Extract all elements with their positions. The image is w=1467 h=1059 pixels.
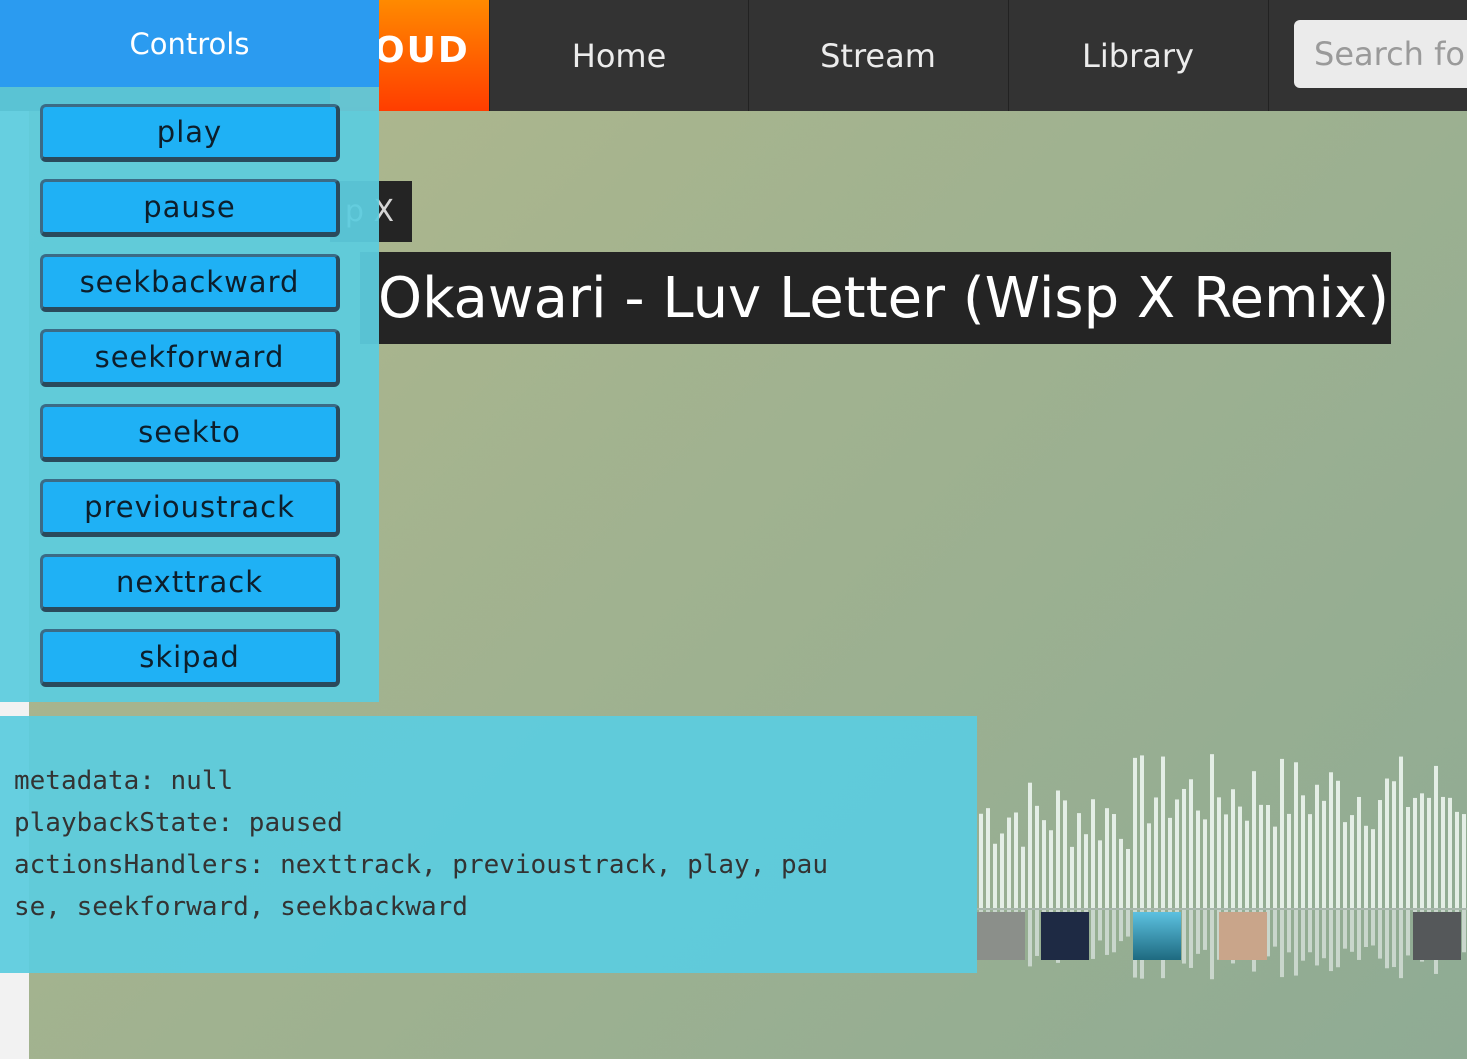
previoustrack-button[interactable]: previoustrack [40,479,340,537]
nav-library[interactable]: Library [1008,0,1267,111]
track-title: Okawari - Luv Letter (Wisp X Remix) [360,252,1391,344]
metadata-line: metadata: null [14,766,234,796]
playback-state-line: playbackState: paused [14,808,343,838]
comment-avatar[interactable] [1133,912,1181,960]
comment-avatar[interactable] [1041,912,1089,960]
action-handlers-line: actionsHandlers: nexttrack, previoustrac… [14,850,828,880]
nav-stream[interactable]: Stream [748,0,1007,111]
comment-avatar[interactable] [1219,912,1267,960]
nexttrack-button[interactable]: nexttrack [40,554,340,612]
search-box[interactable] [1294,20,1467,88]
logo-text: OUD [374,30,470,71]
seekbackward-button[interactable]: seekbackward [40,254,340,312]
media-session-info-panel: metadata: null playbackState: paused act… [0,716,977,973]
comment-avatar[interactable] [977,912,1025,960]
search-input[interactable] [1312,34,1467,74]
controls-header: Controls [0,0,379,87]
action-handlers-line-continued: se, seekforward, seekbackward [14,892,468,922]
pause-button[interactable]: pause [40,179,340,237]
nav-home[interactable]: Home [489,0,748,111]
comment-avatars [977,912,1467,960]
comment-avatar[interactable] [1413,912,1461,960]
seekforward-button[interactable]: seekforward [40,329,340,387]
controls-panel: Controls play pause seekbackward seekfor… [0,0,379,702]
play-button[interactable]: play [40,104,340,162]
skipad-button[interactable]: skipad [40,629,340,687]
seekto-button[interactable]: seekto [40,404,340,462]
